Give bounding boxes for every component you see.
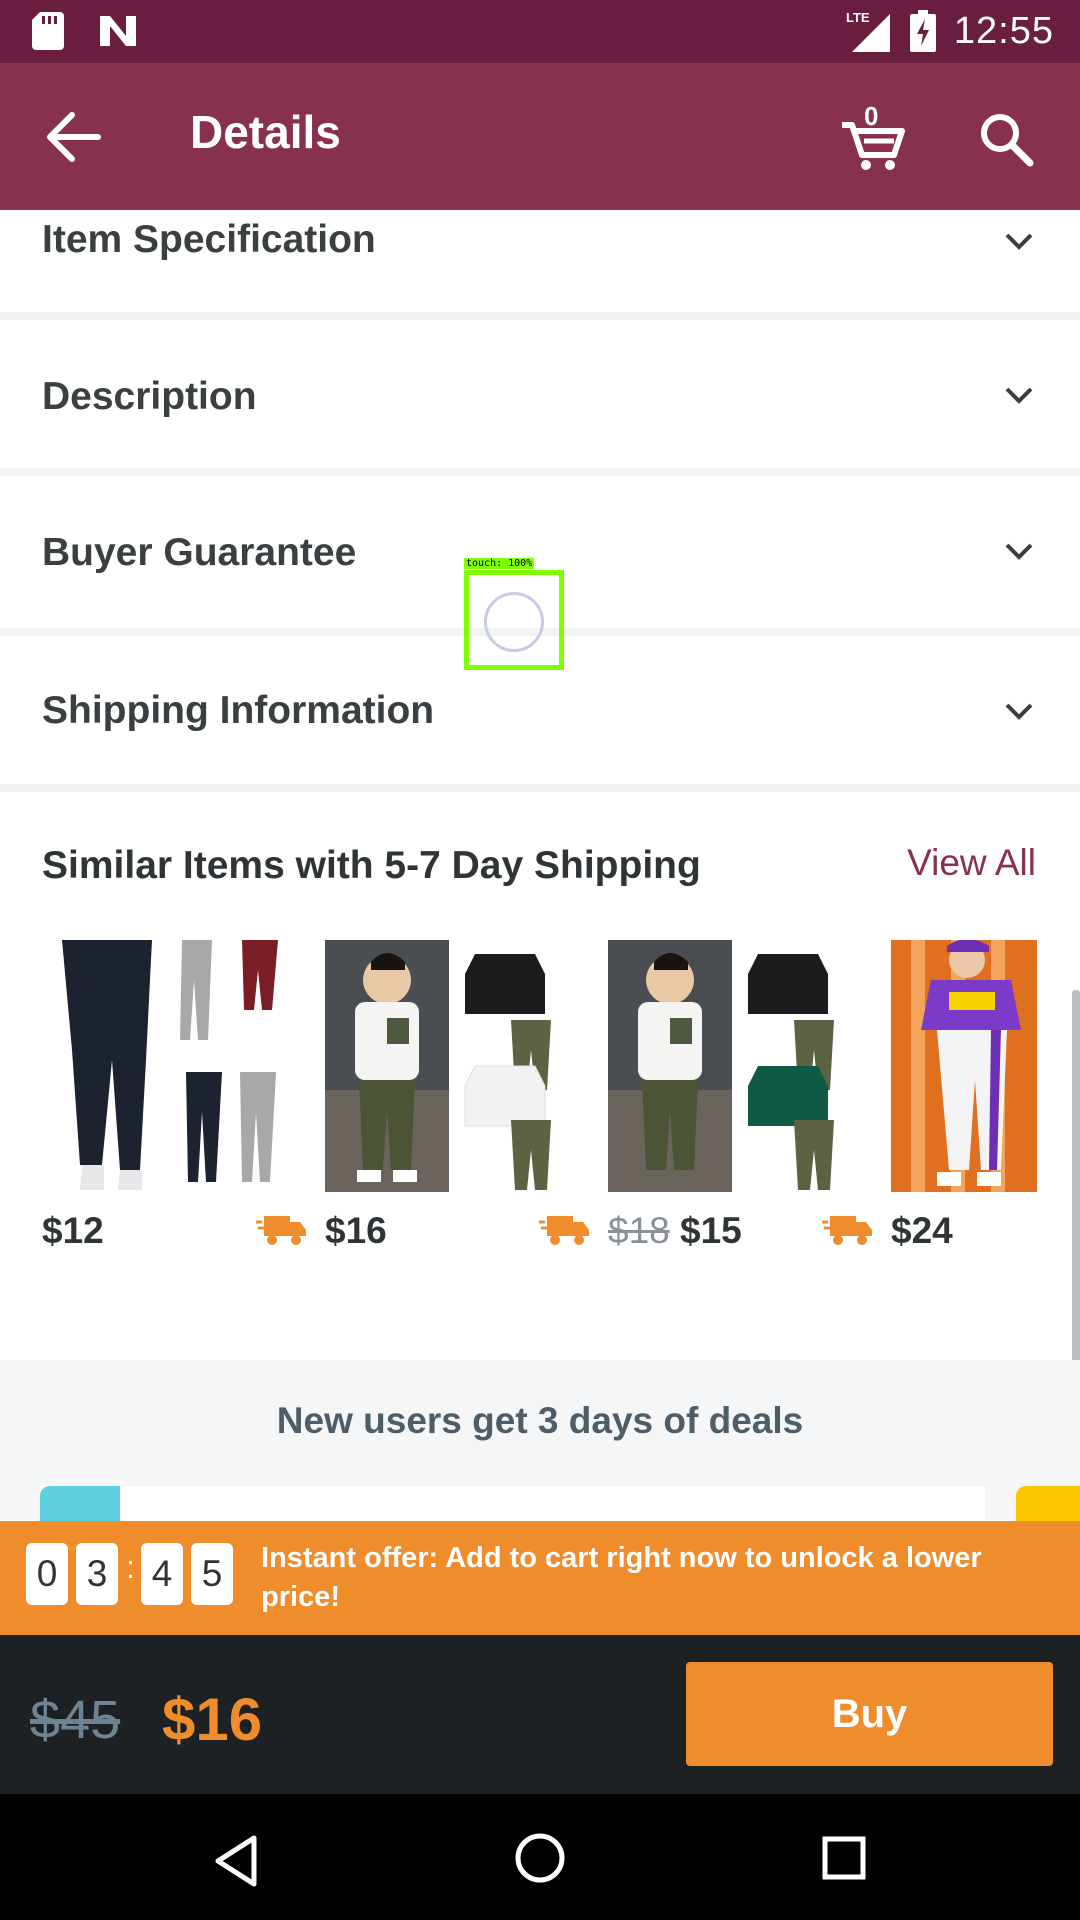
timer-digit: 3 xyxy=(76,1543,118,1605)
boy-outfit-image xyxy=(325,940,573,1192)
boy-outfit-variants-image xyxy=(608,940,856,1192)
divider xyxy=(0,468,1080,476)
chevron-down-icon xyxy=(1005,543,1033,560)
item-price: $12 xyxy=(42,1210,104,1251)
item-price: $16 xyxy=(325,1210,387,1251)
nav-home-icon[interactable] xyxy=(514,1832,566,1884)
battery-charging-icon xyxy=(909,10,936,52)
item-price: $24 xyxy=(891,1210,953,1251)
nav-recent-apps-icon[interactable] xyxy=(822,1836,866,1880)
original-price: $45 xyxy=(30,1690,121,1750)
sale-price: $16 xyxy=(162,1686,263,1753)
product-card[interactable]: $16 xyxy=(325,940,589,1270)
network-type-label: LTE xyxy=(846,10,870,25)
touch-indicator-label: touch: 100% xyxy=(464,558,535,569)
cart-count-badge: 0 xyxy=(864,101,879,131)
similar-items-title: Similar Items with 5-7 Day Shipping xyxy=(42,844,701,887)
n-notification-icon xyxy=(100,16,136,46)
girl-outfit-image xyxy=(891,940,1037,1192)
view-all-link[interactable]: View All xyxy=(907,842,1036,884)
timer-digit: 4 xyxy=(141,1543,183,1605)
section-label: Item Specification xyxy=(42,218,376,261)
lte-signal-icon: LTE xyxy=(846,10,890,52)
timer-separator: : xyxy=(126,1549,135,1585)
truck-icon xyxy=(256,1216,306,1245)
status-bar: LTE 12:55 xyxy=(0,0,1080,63)
app-bar: Details 0 xyxy=(0,63,1080,210)
timer-digit: 0 xyxy=(26,1543,68,1605)
chevron-down-icon xyxy=(1005,233,1033,250)
system-nav-bar xyxy=(0,1794,1080,1920)
page-title: Details xyxy=(190,106,341,158)
back-arrow-icon[interactable] xyxy=(44,109,104,165)
section-label: Buyer Guarantee xyxy=(42,531,357,574)
status-time: 12:55 xyxy=(953,9,1054,52)
buy-bar: $45 $16 Buy xyxy=(0,1635,1080,1794)
item-old-price: $18 xyxy=(608,1210,670,1251)
divider xyxy=(0,784,1080,792)
buy-button[interactable]: Buy xyxy=(686,1662,1053,1766)
section-description[interactable]: Description xyxy=(0,320,1080,468)
offer-text: Instant offer: Add to cart right now to … xyxy=(261,1542,982,1613)
section-label: Description xyxy=(42,375,257,418)
product-card[interactable]: $24 xyxy=(891,940,1037,1270)
divider xyxy=(0,312,1080,320)
product-card[interactable]: $18 $15 xyxy=(608,940,872,1270)
chevron-down-icon xyxy=(1005,387,1033,404)
pants-image xyxy=(42,940,290,1192)
item-price: $15 xyxy=(680,1210,742,1251)
section-item-specification[interactable]: Item Specification xyxy=(0,210,1080,312)
section-label: Shipping Information xyxy=(42,689,435,732)
promo-banner[interactable] xyxy=(40,1486,985,1526)
promo-text: New users get 3 days of deals xyxy=(276,1400,804,1441)
touch-ripple xyxy=(484,592,544,652)
timer-digit: 5 xyxy=(191,1543,233,1605)
search-icon[interactable] xyxy=(978,111,1034,167)
product-card[interactable]: $12 xyxy=(42,940,306,1270)
promo-banner-accent xyxy=(40,1486,120,1526)
scrollbar[interactable] xyxy=(1072,990,1080,1410)
promo-banner-next[interactable] xyxy=(1016,1486,1080,1526)
sd-card-icon xyxy=(32,12,64,50)
nav-back-icon[interactable] xyxy=(212,1834,260,1888)
truck-icon xyxy=(539,1216,589,1245)
truck-icon xyxy=(822,1216,872,1245)
instant-offer-strip[interactable]: 0 3 : 4 5 Instant offer: Add to cart rig… xyxy=(0,1521,1080,1635)
chevron-down-icon xyxy=(1005,703,1033,720)
